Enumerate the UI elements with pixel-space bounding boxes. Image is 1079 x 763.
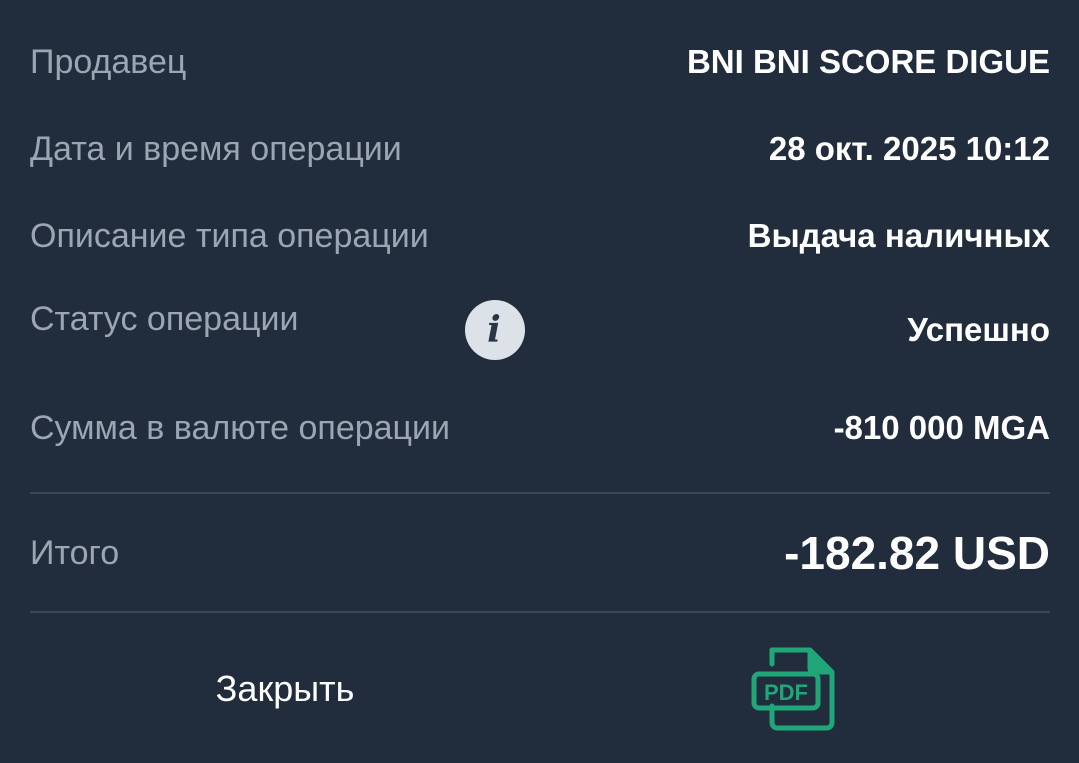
divider bbox=[30, 492, 1050, 494]
info-glyph: i bbox=[487, 309, 501, 351]
datetime-row: Дата и время операции 28 окт. 2025 10:12 bbox=[30, 127, 1050, 171]
status-label: Статус операции bbox=[30, 300, 299, 338]
pdf-icon: PDF bbox=[751, 647, 835, 731]
total-label: Итого bbox=[30, 533, 120, 572]
close-button[interactable]: Закрыть bbox=[150, 655, 420, 723]
info-icon[interactable]: i bbox=[465, 300, 525, 360]
pdf-download-button[interactable]: PDF bbox=[748, 644, 840, 734]
divider bbox=[30, 611, 1050, 613]
status-value: Успешно bbox=[907, 311, 1050, 348]
datetime-label: Дата и время операции bbox=[30, 129, 402, 168]
total-value: -182.82 USD bbox=[784, 527, 1050, 579]
operation-type-row: Описание типа операции Выдача наличных bbox=[30, 214, 1050, 258]
seller-label: Продавец bbox=[30, 42, 187, 81]
seller-row: Продавец BNI BNI SCORE DIGUE bbox=[30, 40, 1050, 84]
operation-type-value: Выдача наличных bbox=[747, 217, 1050, 254]
amount-row: Сумма в валюте операции -810 000 MGA bbox=[30, 406, 1050, 450]
status-row: Статус операции i Успешно bbox=[30, 300, 1050, 360]
amount-value: -810 000 MGA bbox=[833, 409, 1050, 446]
operation-type-label: Описание типа операции bbox=[30, 216, 429, 255]
seller-value: BNI BNI SCORE DIGUE bbox=[686, 43, 1050, 80]
datetime-value: 28 окт. 2025 10:12 bbox=[768, 130, 1050, 167]
total-row: Итого -182.82 USD bbox=[30, 524, 1050, 582]
amount-label: Сумма в валюте операции bbox=[30, 408, 451, 447]
pdf-label: PDF bbox=[764, 680, 808, 705]
